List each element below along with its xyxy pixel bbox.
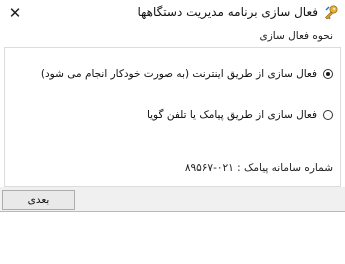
radio-option-internet[interactable]: فعال سازی از طریق اینترنت (به صورت خودکا… bbox=[41, 66, 333, 82]
radio-option-sms[interactable]: فعال سازی از طریق پیامک یا تلفن گویا bbox=[147, 107, 333, 123]
title-bar: ✕ فعال سازی برنامه مدیریت دستگاهها bbox=[0, 0, 345, 28]
radio-label-sms: فعال سازی از طریق پیامک یا تلفن گویا bbox=[146, 109, 317, 121]
next-button[interactable]: بعدی bbox=[2, 190, 75, 210]
section-subtitle: نحوه فعال سازی bbox=[259, 30, 334, 42]
key-icon bbox=[325, 5, 338, 20]
close-icon[interactable]: ✕ bbox=[5, 3, 25, 23]
radio-label-internet: فعال سازی از طریق اینترنت (به صورت خودکا… bbox=[40, 68, 317, 80]
radio-button-sms[interactable] bbox=[323, 110, 333, 120]
radio-button-internet[interactable] bbox=[323, 69, 333, 79]
sms-number-text: شماره سامانه پیامک : ۰۲۱-۸۹۵۶۷ bbox=[184, 162, 333, 174]
activation-dialog: ✕ فعال سازی برنامه مدیریت دستگاهها نحوه … bbox=[0, 0, 345, 212]
window-title: فعال سازی برنامه مدیریت دستگاهها bbox=[137, 5, 318, 19]
